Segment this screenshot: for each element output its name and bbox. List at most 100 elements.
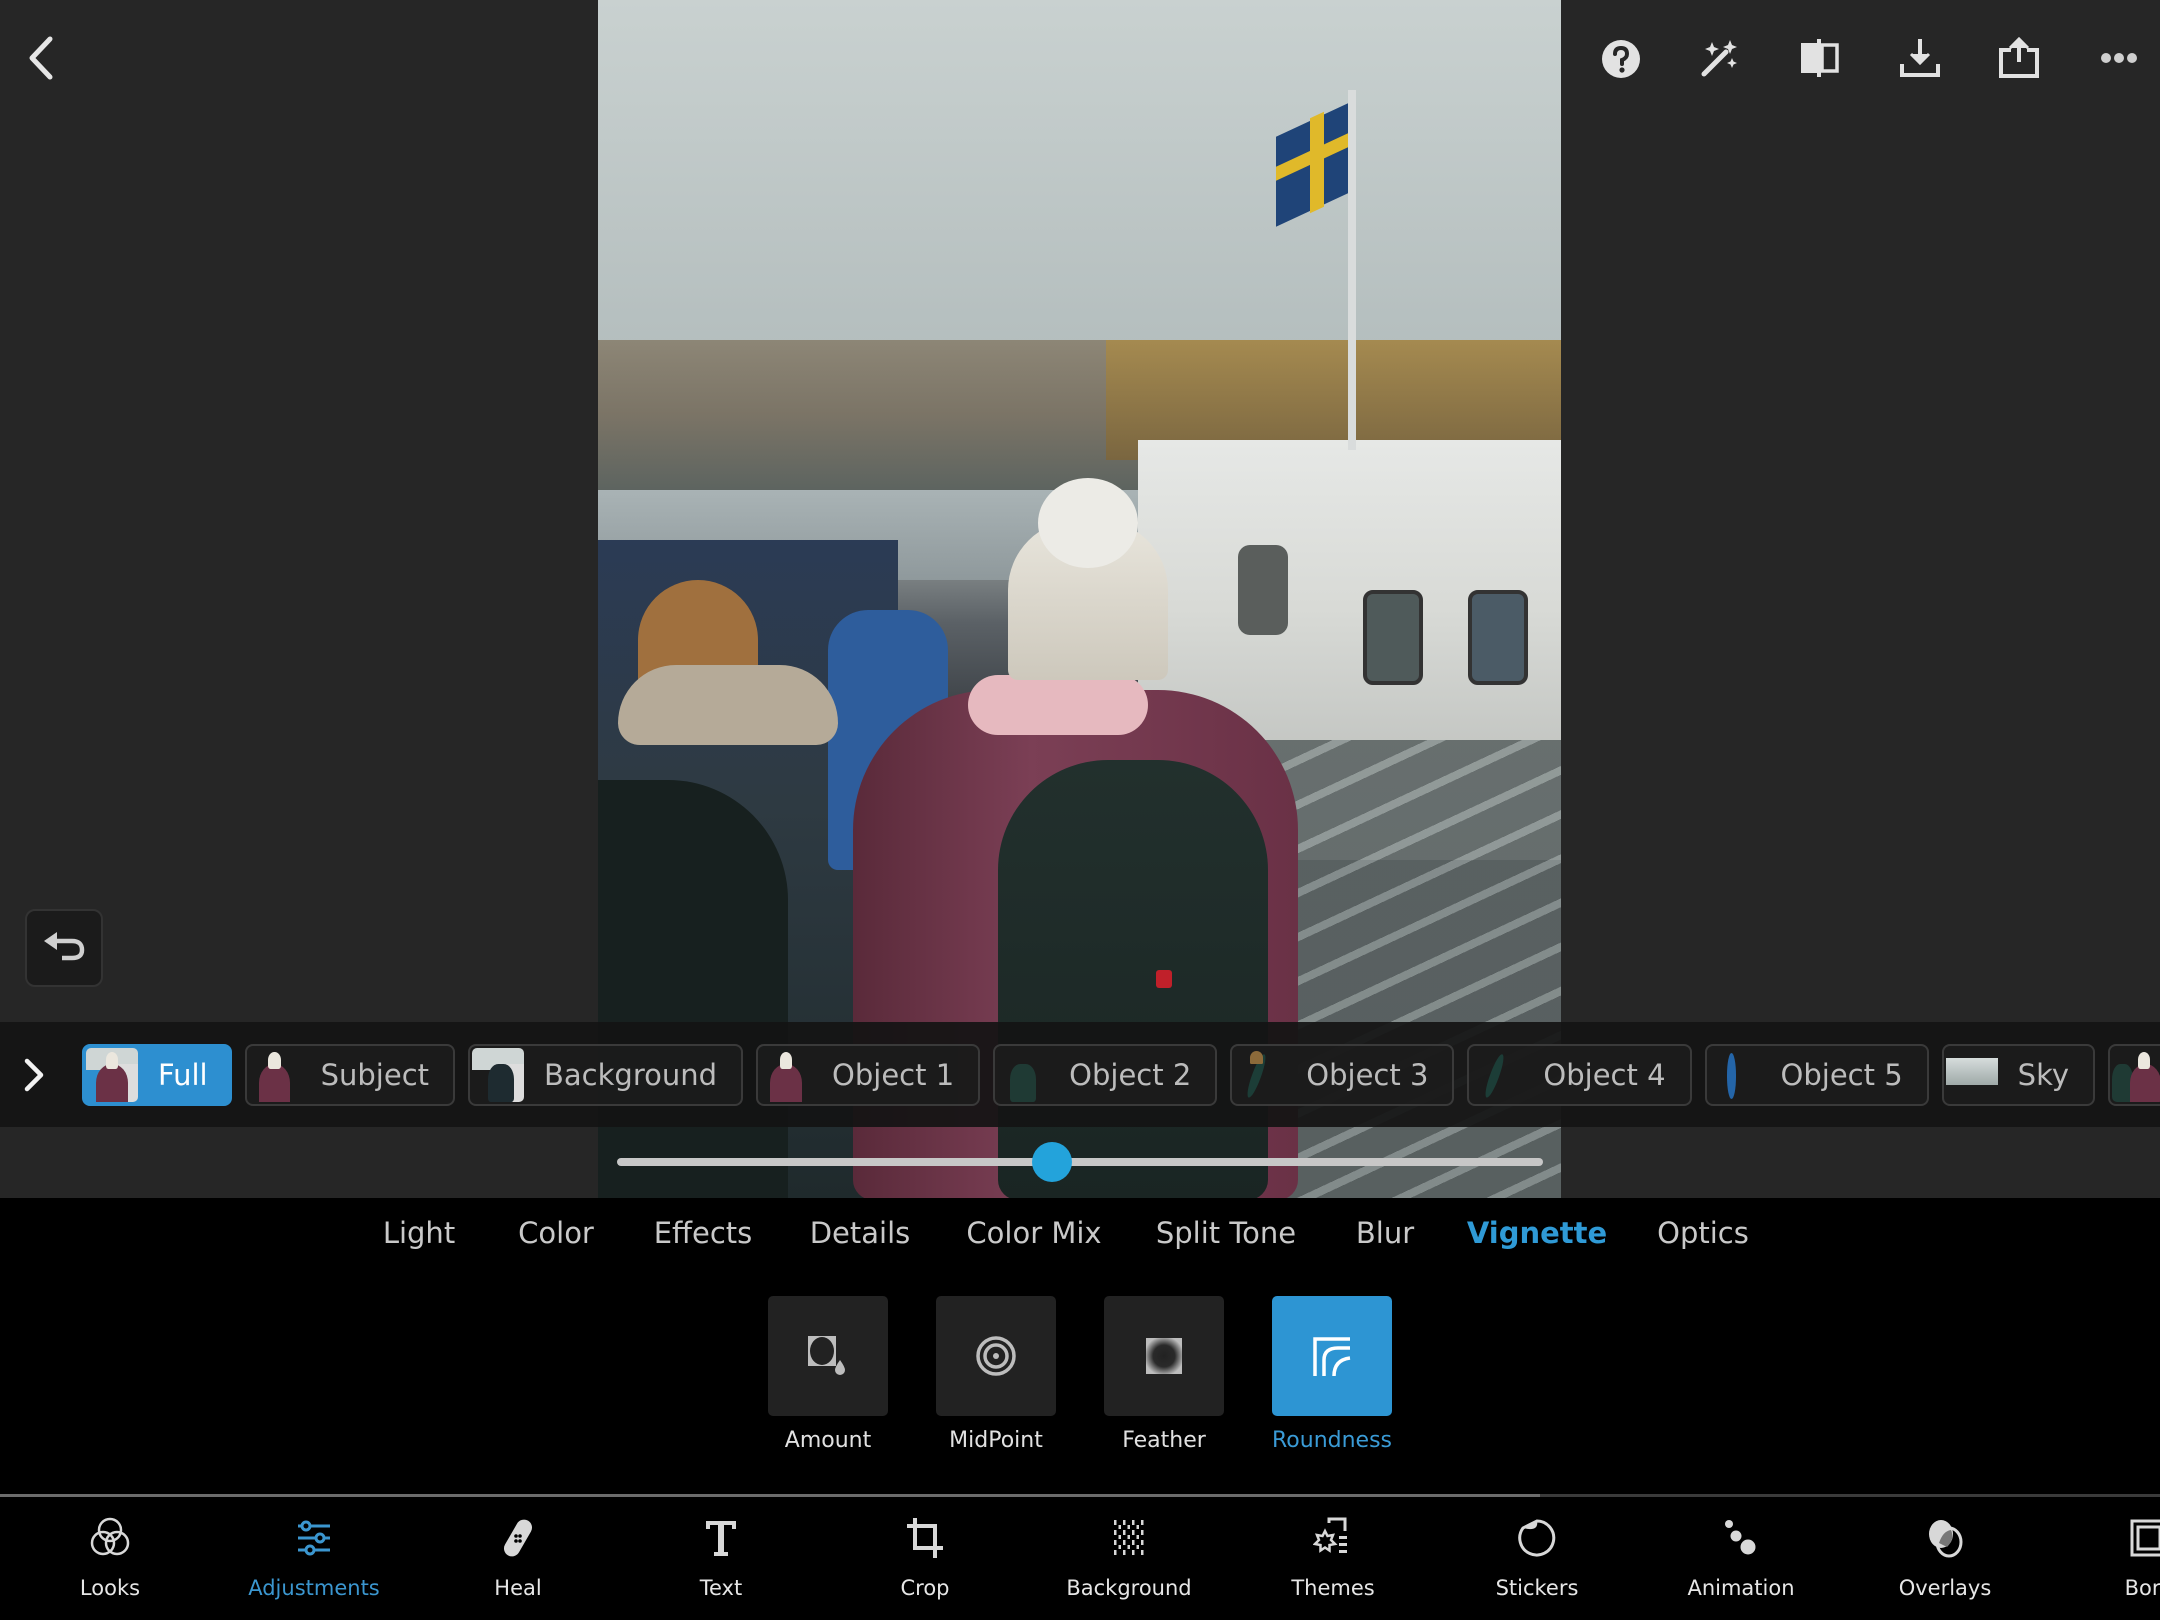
photo-subject-scarf xyxy=(968,675,1148,735)
adjustment-category-tabs: Light Color Effects Details Color Mix Sp… xyxy=(0,1216,2160,1276)
text-icon xyxy=(706,1521,736,1556)
toolbar-divider xyxy=(0,1494,2160,1497)
mask-chip-label: Object 1 xyxy=(832,1058,955,1092)
magic-wand-icon xyxy=(1701,40,1737,77)
adjustments-panel: Light Color Effects Details Color Mix Sp… xyxy=(0,1198,2160,1620)
feather-icon xyxy=(1146,1338,1182,1374)
undo-button[interactable] xyxy=(25,909,103,987)
tool-label: Amount xyxy=(784,1428,872,1453)
toolbar-heal[interactable]: Heal xyxy=(428,1514,608,1600)
vignette-amount-icon xyxy=(808,1336,845,1375)
tool-amount[interactable]: Amount xyxy=(768,1296,888,1453)
sliders-icon xyxy=(298,1520,330,1556)
tab-color-mix[interactable]: Color Mix xyxy=(966,1216,1101,1250)
mask-thumbnail xyxy=(760,1048,812,1102)
bottom-toolbar: Looks Adjustments Heal Text Crop Backgro… xyxy=(0,1498,2160,1620)
auto-enhance-button[interactable] xyxy=(1696,34,1744,82)
toolbar-crop[interactable]: Crop xyxy=(835,1514,1015,1600)
tool-midpoint[interactable]: MidPoint xyxy=(936,1296,1056,1453)
tool-tile[interactable] xyxy=(936,1296,1056,1416)
help-circle-icon xyxy=(1602,40,1640,78)
mask-chip-label: Object 4 xyxy=(1543,1058,1666,1092)
toolbar-label: Looks xyxy=(79,1576,141,1600)
midpoint-target-icon xyxy=(976,1336,1016,1376)
tool-tile[interactable] xyxy=(1272,1296,1392,1416)
tab-details[interactable]: Details xyxy=(810,1216,911,1250)
toolbar-stickers[interactable]: Stickers xyxy=(1447,1514,1627,1600)
bandage-icon xyxy=(504,1519,532,1557)
toolbar-text[interactable]: Text xyxy=(631,1514,811,1600)
more-options-button[interactable] xyxy=(2096,44,2142,72)
share-button[interactable] xyxy=(1995,32,2043,82)
photo-canvas[interactable] xyxy=(598,0,1561,1198)
photo-subject-backpack xyxy=(998,760,1268,1198)
mask-chip-label: Background xyxy=(544,1058,718,1092)
tab-light[interactable]: Light xyxy=(383,1216,455,1250)
mask-thumbnail xyxy=(86,1048,138,1102)
photo-ferry-window xyxy=(1468,590,1528,685)
help-button[interactable] xyxy=(1598,36,1644,82)
tab-split-tone[interactable]: Split Tone xyxy=(1156,1216,1296,1250)
download-button[interactable] xyxy=(1896,34,1944,82)
tool-feather[interactable]: Feather xyxy=(1104,1296,1224,1453)
mask-thumbnail xyxy=(472,1048,525,1102)
toolbar-label: Adjustments xyxy=(248,1576,380,1600)
tab-effects[interactable]: Effects xyxy=(654,1216,753,1250)
tool-roundness[interactable]: Roundness xyxy=(1272,1296,1392,1453)
chevron-right-icon xyxy=(24,1058,44,1092)
crop-icon xyxy=(907,1518,943,1558)
mask-thumbnail xyxy=(1709,1048,1761,1102)
tab-color[interactable]: Color xyxy=(518,1216,594,1250)
mask-chip-object-1[interactable]: Object 1 xyxy=(756,1044,981,1106)
toolbar-label: Heal xyxy=(494,1576,542,1600)
tab-blur[interactable]: Blur xyxy=(1356,1216,1414,1250)
mask-chip-subject[interactable]: Subject xyxy=(244,1044,456,1106)
mask-thumbnail xyxy=(2112,1048,2160,1102)
compare-button[interactable] xyxy=(1796,34,1844,82)
photo-city xyxy=(598,340,1158,490)
toolbar-overlays[interactable]: Overlays xyxy=(1855,1514,2035,1600)
tool-tile[interactable] xyxy=(1104,1296,1224,1416)
mask-chip-list: Full Subject Background Object 1 Object … xyxy=(82,1044,2160,1106)
toolbar-label: Crop xyxy=(900,1576,950,1600)
tool-label: MidPoint xyxy=(949,1428,1043,1453)
toolbar-looks[interactable]: Looks xyxy=(20,1514,200,1600)
tab-vignette[interactable]: Vignette xyxy=(1467,1216,1607,1250)
toolbar-themes[interactable]: Themes xyxy=(1243,1514,1423,1600)
expand-masks-button[interactable] xyxy=(14,1052,54,1098)
tab-optics[interactable]: Optics xyxy=(1657,1216,1749,1250)
toolbar-adjustments[interactable]: Adjustments xyxy=(224,1514,404,1600)
mask-chip-label: Object 2 xyxy=(1069,1058,1192,1092)
toolbar-background[interactable]: Background xyxy=(1039,1514,1219,1600)
chevron-left-icon xyxy=(29,36,53,80)
mask-chip-sky[interactable]: Sky xyxy=(1941,1044,2095,1106)
mask-thumbnail xyxy=(249,1048,301,1102)
photo-ferry-window xyxy=(1238,545,1288,635)
mask-chip-clothes[interactable]: Clothes xyxy=(2108,1044,2160,1106)
toolbar-animation[interactable]: Animation xyxy=(1651,1514,1831,1600)
back-button[interactable] xyxy=(18,30,64,86)
slider-track[interactable] xyxy=(617,1158,1543,1166)
mask-thumbnail xyxy=(1471,1048,1523,1102)
mask-chip-object-3[interactable]: Object 3 xyxy=(1230,1044,1455,1106)
mask-chip-object-4[interactable]: Object 4 xyxy=(1467,1044,1692,1106)
mask-thumbnail xyxy=(1234,1048,1286,1102)
roundness-slider[interactable] xyxy=(617,1142,1543,1182)
before-after-icon xyxy=(1801,39,1839,77)
download-icon xyxy=(1900,39,1940,77)
slider-thumb[interactable] xyxy=(1032,1142,1073,1182)
photo-backpack-logo xyxy=(1156,970,1172,988)
toolbar-scroll-indicator[interactable] xyxy=(0,1494,1540,1497)
tool-label: Roundness xyxy=(1271,1428,1393,1453)
toolbar-label: Bord xyxy=(2124,1576,2160,1600)
mask-chip-background[interactable]: Background xyxy=(468,1044,744,1106)
toolbar-label: Animation xyxy=(1687,1576,1795,1600)
tool-tile[interactable] xyxy=(768,1296,888,1416)
animation-icon xyxy=(1725,1520,1756,1555)
toolbar-borders[interactable]: Bord xyxy=(2059,1514,2160,1600)
looks-icon xyxy=(90,1517,130,1556)
mask-chip-object-2[interactable]: Object 2 xyxy=(993,1044,1218,1106)
mask-chip-full[interactable]: Full xyxy=(82,1044,232,1106)
borders-icon xyxy=(2130,1519,2160,1557)
mask-chip-object-5[interactable]: Object 5 xyxy=(1704,1044,1929,1106)
